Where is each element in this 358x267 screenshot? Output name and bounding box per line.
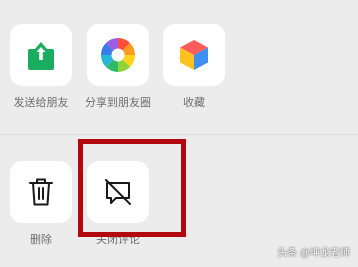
favorites-label: 收藏 bbox=[183, 97, 205, 109]
share-to-moments-button[interactable] bbox=[87, 24, 149, 86]
favorites-button[interactable] bbox=[163, 24, 225, 86]
send-up-icon bbox=[27, 39, 55, 71]
highlight-annotation bbox=[78, 139, 186, 237]
action-sheet: 发送给朋友 分享到朋友圈 收藏 删除 关闭评论 头条 @坤龙老师 bbox=[0, 0, 358, 267]
trash-icon bbox=[28, 177, 54, 207]
section-divider bbox=[0, 134, 358, 135]
favorites-cube-icon bbox=[178, 38, 210, 72]
send-to-friend-button[interactable] bbox=[10, 24, 72, 86]
delete-button[interactable] bbox=[10, 161, 72, 223]
watermark: 头条 @坤龙老师 bbox=[277, 248, 350, 259]
moments-shutter-icon bbox=[99, 36, 137, 74]
